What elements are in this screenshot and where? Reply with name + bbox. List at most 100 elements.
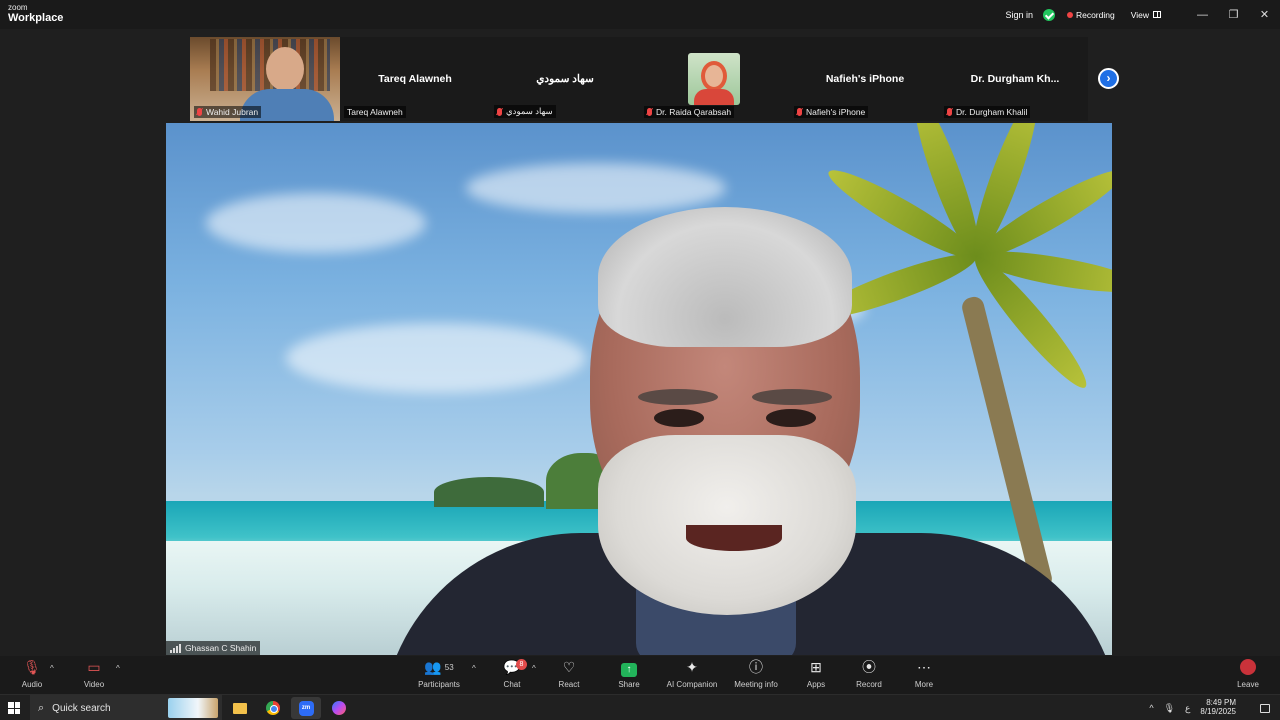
minimize-button[interactable]: — <box>1187 0 1218 29</box>
search-icon: ⌕ <box>38 701 45 714</box>
encryption-shield-icon[interactable] <box>1042 8 1055 21</box>
participant-tile[interactable]: سهاد سمودي سهاد سمودي <box>490 37 640 121</box>
speaker-eye <box>654 409 704 427</box>
share-screen-icon: ↑ <box>599 659 659 677</box>
messenger-icon[interactable] <box>324 697 354 719</box>
participant-label-text: Wahid Jubran <box>206 107 259 117</box>
next-page-chevron-icon[interactable]: › <box>1098 68 1119 89</box>
participants-icon: 👥 53 <box>424 659 454 675</box>
brand-name: Workplace <box>8 12 64 24</box>
speaker-brow <box>752 389 832 405</box>
mic-muted-icon <box>497 107 502 116</box>
zoom-meeting-window: zoom Workplace Sign in Recording View — … <box>0 0 1280 720</box>
input-language[interactable]: ع <box>1185 703 1190 714</box>
palm-fronds <box>811 123 1112 443</box>
signal-bars-icon <box>170 643 181 653</box>
participant-label-text: Dr. Durgham Khalil <box>956 107 1028 117</box>
video-button[interactable]: ▭ Video <box>64 659 124 693</box>
video-off-icon: ▭ <box>87 659 101 675</box>
participants-button[interactable]: 👥 53 Participants <box>409 659 469 693</box>
mic-muted-icon <box>947 108 952 116</box>
more-dots-icon: ⋯ <box>917 659 931 675</box>
zoom-app-icon[interactable]: zm <box>291 697 321 719</box>
participant-label-text: Nafieh's iPhone <box>806 107 866 117</box>
video-label: Video <box>83 680 105 689</box>
ai-companion-button[interactable]: ✦ AI Companion <box>662 659 722 693</box>
meeting-info-label: Meeting info <box>734 680 778 689</box>
taskbar-search[interactable]: ⌕ Quick search <box>30 695 222 720</box>
participants-caret-icon[interactable]: ^ <box>472 664 476 673</box>
participant-label: Dr. Durgham Khalil <box>944 106 1031 118</box>
record-label: Record <box>856 680 882 689</box>
participant-label: Tareq Alawneh <box>344 106 406 118</box>
chat-unread-badge: 8 <box>516 659 527 670</box>
share-button[interactable]: ↑ Share <box>599 659 659 693</box>
notification-icon[interactable] <box>1260 703 1270 713</box>
audio-options-caret-icon[interactable]: ^ <box>50 664 54 673</box>
participant-strip: Wahid Jubran Tareq Alawneh Tareq Alawneh… <box>190 37 1088 121</box>
file-explorer-icon[interactable] <box>225 697 255 719</box>
participant-avatar <box>688 53 740 105</box>
mic-muted-icon <box>197 108 202 116</box>
tray-chevron-icon[interactable]: ^ <box>1149 703 1153 713</box>
apps-icon: ⊞ <box>810 659 822 675</box>
sign-in-link[interactable]: Sign in <box>1005 10 1033 20</box>
view-button[interactable]: View <box>1131 10 1161 20</box>
speaker-brow <box>638 389 718 405</box>
recording-dot-icon <box>1066 11 1073 18</box>
speaker-name-text: Ghassan C Shahin <box>185 643 257 653</box>
participant-tile[interactable]: Dr. Durgham Kh... Dr. Durgham Khalil <box>940 37 1090 121</box>
meeting-info-button[interactable]: ⓘ Meeting info <box>726 659 786 693</box>
windows-start-icon[interactable] <box>8 702 20 714</box>
leave-icon <box>1218 659 1278 676</box>
participant-tile[interactable]: Nafieh's iPhone Nafieh's iPhone <box>790 37 940 121</box>
react-label: React <box>558 680 580 689</box>
close-button[interactable]: ✕ <box>1249 0 1280 29</box>
participant-display-name: Dr. Durgham Kh... <box>970 73 1060 85</box>
react-button[interactable]: ♡ React <box>539 659 599 693</box>
speaker-hair <box>598 207 852 347</box>
recording-indicator[interactable]: Recording <box>1076 10 1115 20</box>
participant-tile[interactable]: Tareq Alawneh Tareq Alawneh <box>340 37 490 121</box>
chrome-icon[interactable] <box>258 697 288 719</box>
cloud <box>466 163 726 213</box>
zoom-app-label: zm <box>298 700 314 716</box>
participant-label: Wahid Jubran <box>194 106 262 118</box>
title-bar-right: Sign in Recording View — ❐ ✕ <box>1005 0 1280 29</box>
windows-taskbar: ⌕ Quick search zm ^ 🎙 ع 8:49 PM 8/19/202… <box>0 694 1280 720</box>
more-button[interactable]: ⋯ More <box>894 659 954 693</box>
apps-label: Apps <box>806 680 826 689</box>
mic-muted-icon <box>647 108 652 116</box>
brand-small: zoom <box>8 3 28 12</box>
cloud <box>206 193 426 253</box>
avatar-shirt <box>694 89 734 105</box>
video-options-caret-icon[interactable]: ^ <box>116 664 120 673</box>
speaker-mouth <box>686 525 782 551</box>
participant-tile[interactable]: Wahid Jubran <box>190 37 340 121</box>
sparkle-icon: ✦ <box>686 659 698 675</box>
active-speaker-video[interactable]: Ghassan C Shahin <box>166 123 1112 655</box>
title-bar: zoom Workplace Sign in Recording View — … <box>0 0 1280 29</box>
avatar-face <box>701 61 727 91</box>
search-highlight-image <box>168 698 218 718</box>
record-button[interactable]: ⦿ Record <box>839 659 899 693</box>
chat-caret-icon[interactable]: ^ <box>532 664 536 673</box>
clock[interactable]: 8:49 PM 8/19/2025 <box>1200 698 1236 717</box>
participant-display-name: سهاد سمودي <box>536 73 594 85</box>
meeting-toolbar: 🎙 Audio ^ ▭ Video ^ 👥 53 Participants ^ 💬… <box>0 656 1280 694</box>
system-tray: ^ 🎙 ع 8:49 PM 8/19/2025 <box>1149 695 1280 720</box>
apps-button[interactable]: ⊞ Apps <box>786 659 846 693</box>
participant-face <box>266 47 304 91</box>
more-label: More <box>914 680 934 689</box>
maximize-button[interactable]: ❐ <box>1218 0 1249 29</box>
participant-label-text: Tareq Alawneh <box>347 107 403 117</box>
leave-button[interactable]: Leave <box>1218 659 1278 693</box>
participant-label-text: Dr. Raida Qarabsah <box>656 107 732 117</box>
audio-label: Audio <box>21 680 43 689</box>
record-icon: ⦿ <box>862 659 876 675</box>
leave-label: Leave <box>1237 680 1259 689</box>
view-label: View <box>1130 9 1149 20</box>
participants-count: 53 <box>444 663 454 672</box>
microphone-icon[interactable]: 🎙 <box>1164 703 1175 714</box>
clock-date: 8/19/2025 <box>1200 707 1236 716</box>
